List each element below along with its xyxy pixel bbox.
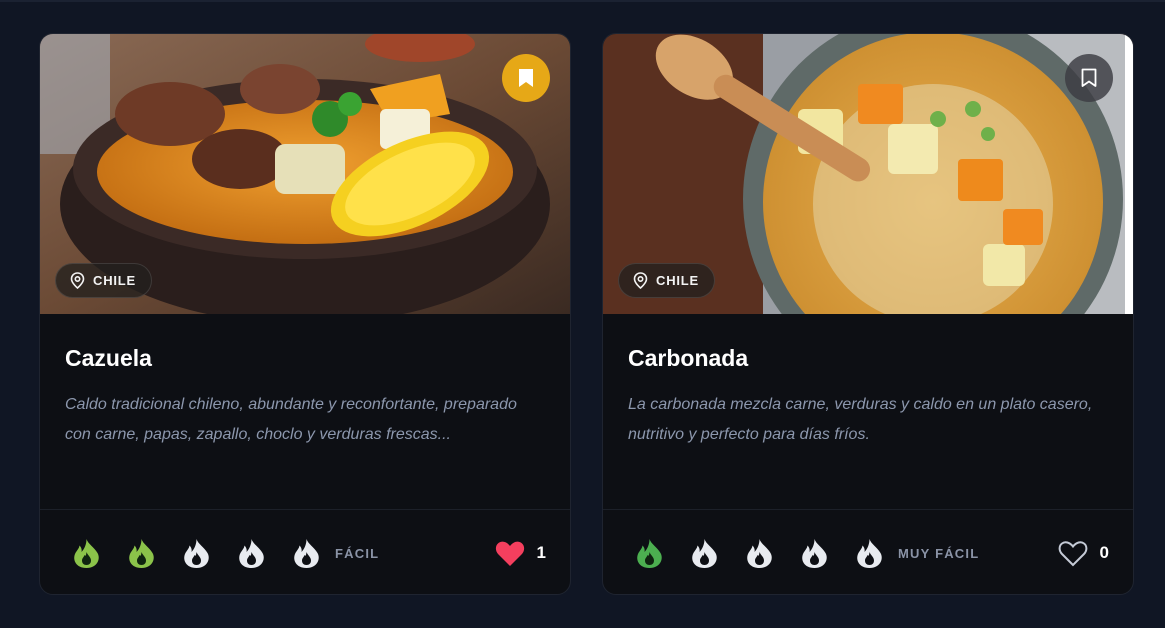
location-badge: CHILE — [55, 263, 152, 298]
flame-icon — [239, 538, 264, 568]
like-button[interactable]: 0 — [1058, 540, 1109, 567]
flame-icon — [747, 538, 772, 568]
flame-icon-active — [637, 538, 662, 568]
flame-icon — [692, 538, 717, 568]
difficulty-rating — [635, 538, 884, 569]
bookmark-icon — [519, 69, 533, 87]
map-pin-icon — [70, 272, 85, 289]
recipe-card-carbonada[interactable]: CHILE Carbonada La carbonada mezcla carn… — [602, 33, 1134, 595]
flame-icon-active — [129, 538, 154, 568]
difficulty-label: FÁCIL — [335, 545, 380, 561]
recipe-description: Caldo tradicional chileno, abundante y r… — [65, 396, 517, 443]
flame-icon — [802, 538, 827, 568]
flame-icon-active — [74, 538, 99, 568]
flame-icon — [184, 538, 209, 568]
bookmark-button[interactable] — [502, 54, 550, 102]
bookmark-outline-icon — [1081, 68, 1097, 87]
difficulty-rating — [72, 538, 321, 569]
recipe-title[interactable]: Cazuela — [65, 344, 545, 372]
like-button[interactable]: 1 — [495, 540, 546, 567]
like-count: 1 — [536, 543, 546, 562]
recipe-description: La carbonada mezcla carne, verduras y ca… — [628, 396, 1093, 443]
like-count: 0 — [1099, 543, 1109, 562]
recipe-photo: CHILE — [603, 34, 1133, 314]
heart-icon — [495, 541, 524, 566]
location-badge: CHILE — [618, 263, 715, 298]
location-label: CHILE — [93, 273, 136, 288]
recipe-card-cazuela[interactable]: CHILE Cazuela Caldo tradicional chileno,… — [39, 33, 571, 595]
top-divider — [0, 0, 1165, 2]
bookmark-button[interactable] — [1065, 54, 1113, 102]
recipe-photo: CHILE — [40, 34, 570, 314]
location-label: CHILE — [656, 273, 699, 288]
recipe-title[interactable]: Carbonada — [628, 344, 1108, 372]
flame-icon — [857, 538, 882, 568]
flame-icon — [294, 538, 319, 568]
difficulty-label: MUY FÁCIL — [898, 545, 980, 561]
map-pin-icon — [633, 272, 648, 289]
heart-outline-icon — [1058, 540, 1087, 566]
